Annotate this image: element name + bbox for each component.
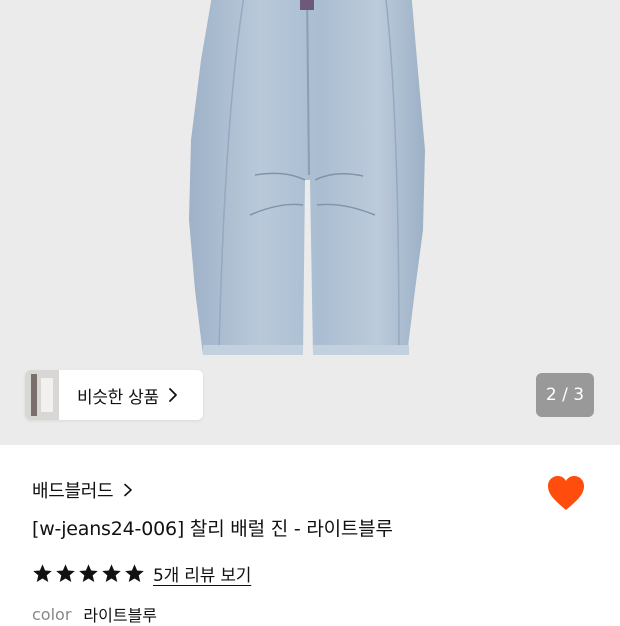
brand-link[interactable]: 배드블러드 bbox=[32, 470, 592, 510]
star-icon bbox=[33, 564, 52, 582]
similar-products-label: 비슷한 상품 bbox=[77, 387, 159, 408]
similar-products-button[interactable]: 비슷한 상품 bbox=[25, 370, 203, 420]
star-rating bbox=[32, 563, 147, 584]
similar-product-thumbnail bbox=[25, 370, 59, 420]
product-title: [w-jeans24-006] 찰리 배럴 진 - 라이트블루 bbox=[32, 518, 393, 540]
star-icon bbox=[102, 564, 121, 582]
color-row: color 라이트블루 bbox=[32, 602, 157, 626]
star-icon bbox=[79, 564, 98, 582]
chevron-right-icon bbox=[168, 388, 177, 402]
heart-icon[interactable] bbox=[546, 475, 586, 513]
rating-row: 5개 리뷰 보기 bbox=[32, 561, 251, 586]
image-page-indicator: 2 / 3 bbox=[536, 373, 594, 417]
product-info: 배드블러드 [w-jeans24-006] 찰리 배럴 진 - 라이트블루 5개… bbox=[32, 470, 592, 625]
chevron-right-icon bbox=[124, 483, 133, 497]
color-label: color bbox=[32, 604, 72, 624]
star-icon bbox=[56, 564, 75, 582]
product-image-gallery[interactable]: 비슷한 상품 2 / 3 bbox=[0, 0, 620, 445]
product-image-jeans bbox=[189, 0, 425, 355]
review-link[interactable]: 5개 리뷰 보기 bbox=[153, 561, 251, 586]
brand-name: 배드블러드 bbox=[32, 481, 114, 502]
star-icon bbox=[125, 564, 144, 582]
color-value: 라이트블루 bbox=[83, 606, 158, 625]
